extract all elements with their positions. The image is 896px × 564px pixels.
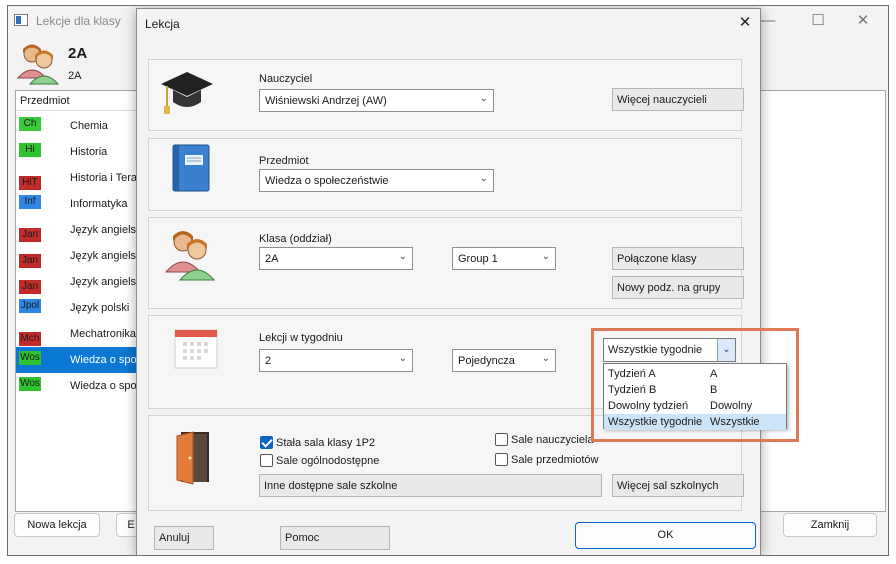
maximize-button[interactable]: ☐ [806, 10, 830, 32]
lessons-count-value: 2 [265, 355, 272, 367]
subject-list-item[interactable]: Ch Chemia [16, 113, 144, 139]
window-close-button[interactable]: ✕ [851, 10, 875, 32]
fixed-room-checkbox[interactable] [260, 436, 273, 449]
subject-name: Informatyka [70, 198, 128, 210]
chevron-down-icon: ⌄ [398, 353, 407, 364]
background-window-title: Lekcje dla klasy [36, 14, 121, 28]
teacher-select-value: Wiśniewski Andrzej (AW) [265, 95, 387, 107]
chevron-down-icon: ⌄ [541, 251, 550, 262]
lessons-count-select[interactable]: 2 ⌄ [259, 349, 413, 372]
help-button[interactable]: Pomoc [280, 526, 390, 550]
class-name-heading: 2A [68, 45, 88, 62]
subject-list-item[interactable]: Wos Wiedza o spo [16, 373, 144, 399]
class-panel: Klasa (oddział) 2A ⌄ Group 1 ⌄ Połączone… [148, 217, 744, 309]
dialog-title: Lekcja [145, 17, 180, 31]
cancel-button[interactable]: Anuluj [154, 526, 214, 550]
class-select-value: 2A [265, 253, 279, 265]
subject-color-tag: HiT [19, 176, 41, 190]
subject-color-tag: Hi [19, 143, 41, 157]
chevron-down-icon: ⌄ [541, 353, 550, 364]
subject-rooms-label: Sale przedmiotów [511, 454, 599, 466]
highlight-annotation [591, 328, 799, 442]
teacher-rooms-checkbox[interactable] [495, 433, 508, 446]
subject-color-tag: Inf [19, 195, 41, 209]
subject-color-tag: Jan [19, 280, 41, 294]
outer-frame: Lekcje dla klasy — ☐ ✕ 2A 2A Przedmiot C… [7, 5, 889, 556]
teacher-select[interactable]: Wiśniewski Andrzej (AW) ⌄ [259, 89, 494, 112]
lessons-count-label: Lekcji w tygodniu [259, 332, 343, 344]
fixed-room-label: Stała sala klasy 1P2 [276, 437, 376, 449]
subject-name: Historia i Tera [70, 172, 138, 184]
subject-label: Przedmiot [259, 155, 309, 167]
subject-rooms-checkbox[interactable] [495, 453, 508, 466]
subject-list-item[interactable]: Wos Wiedza o spo [16, 347, 144, 373]
class-select[interactable]: 2A ⌄ [259, 247, 413, 270]
subject-name: Język angiels [70, 224, 137, 236]
subject-name: Wiedza o spo [70, 354, 137, 366]
subject-name: Wiedza o spo [70, 380, 137, 392]
subject-list-item[interactable]: Jan Język angiels [16, 269, 144, 295]
app-window-icon [14, 14, 28, 26]
subject-name: Mechatronika [70, 328, 137, 340]
group-select-value: Group 1 [458, 253, 498, 265]
subject-color-tag: Jan [19, 254, 41, 268]
general-rooms-checkbox[interactable] [260, 454, 273, 467]
joined-classes-button[interactable]: Połączone klasy [612, 247, 744, 270]
subject-color-tag: Wos [19, 377, 41, 391]
subject-color-tag: Jan [19, 228, 41, 242]
lesson-type-value: Pojedyncza [458, 355, 515, 367]
ok-button[interactable]: OK [575, 522, 756, 549]
class-subtitle: 2A [68, 70, 82, 82]
close-window-button[interactable]: Zamknij [783, 513, 877, 537]
more-teachers-button[interactable]: Więcej nauczycieli [612, 88, 744, 111]
subject-select[interactable]: Wiedza o społeczeństwie ⌄ [259, 169, 494, 192]
book-icon [172, 144, 210, 192]
subject-color-tag: Jpol [19, 299, 41, 313]
dialog-close-button[interactable]: ✕ [733, 11, 757, 35]
group-select[interactable]: Group 1 ⌄ [452, 247, 556, 270]
lesson-dialog: Lekcja ✕ Nauczyciel Wiśniewski Andrzej (… [136, 8, 761, 555]
subject-color-tag: Wos [19, 351, 41, 365]
door-icon [176, 431, 209, 485]
resize-grip-icon[interactable] [884, 551, 889, 556]
subject-color-tag: Ch [19, 117, 41, 131]
more-rooms-button[interactable]: Więcej sal szkolnych [612, 474, 744, 497]
general-rooms-label: Sale ogólnodostępne [276, 455, 380, 467]
other-rooms-button[interactable]: Inne dostępne sale szkolne [259, 474, 602, 497]
lessons-panel-background [756, 90, 886, 512]
subject-name: Chemia [70, 120, 108, 132]
lesson-type-select[interactable]: Pojedyncza ⌄ [452, 349, 556, 372]
students-icon [164, 231, 216, 281]
subject-name: Historia [70, 146, 108, 158]
subject-name: Język angiels [70, 276, 137, 288]
chevron-down-icon: ⌄ [479, 173, 488, 184]
subject-list-item[interactable]: HiT Historia i Tera [16, 165, 144, 191]
chevron-down-icon: ⌄ [479, 93, 488, 104]
subject-list-item[interactable]: Mch Mechatronika [16, 321, 144, 347]
calendar-icon [174, 329, 218, 369]
new-lesson-button[interactable]: Nowa lekcja [14, 513, 100, 537]
subject-name: Język polski [70, 302, 130, 314]
subject-color-tag: Mch [19, 332, 41, 346]
subject-panel: Przedmiot Wiedza o społeczeństwie ⌄ [148, 138, 742, 211]
new-group-split-button[interactable]: Nowy podz. na grupy [612, 276, 744, 299]
subject-list-item[interactable]: Jan Język angiels [16, 243, 144, 269]
class-label: Klasa (oddział) [259, 233, 332, 245]
teacher-panel: Nauczyciel Wiśniewski Andrzej (AW) ⌄ Wię… [148, 59, 744, 131]
teacher-label: Nauczyciel [259, 73, 313, 85]
chevron-down-icon: ⌄ [398, 251, 407, 262]
subject-list[interactable]: Przedmiot Ch Chemia Hi Historia HiT Historia … [15, 90, 145, 512]
graduation-cap-icon [161, 72, 213, 114]
subject-list-item[interactable]: Jpol Język polski [16, 295, 144, 321]
subject-select-value: Wiedza o społeczeństwie [265, 175, 389, 187]
class-avatar-icon [16, 44, 60, 85]
subject-list-item[interactable]: Hi Historia [16, 139, 144, 165]
teacher-rooms-label: Sale nauczyciela [511, 434, 594, 446]
subject-list-header: Przedmiot [16, 91, 144, 111]
subject-name: Język angiels [70, 250, 137, 262]
subject-list-item[interactable]: Inf Informatyka [16, 191, 144, 217]
subject-list-item[interactable]: Jan Język angiels [16, 217, 144, 243]
